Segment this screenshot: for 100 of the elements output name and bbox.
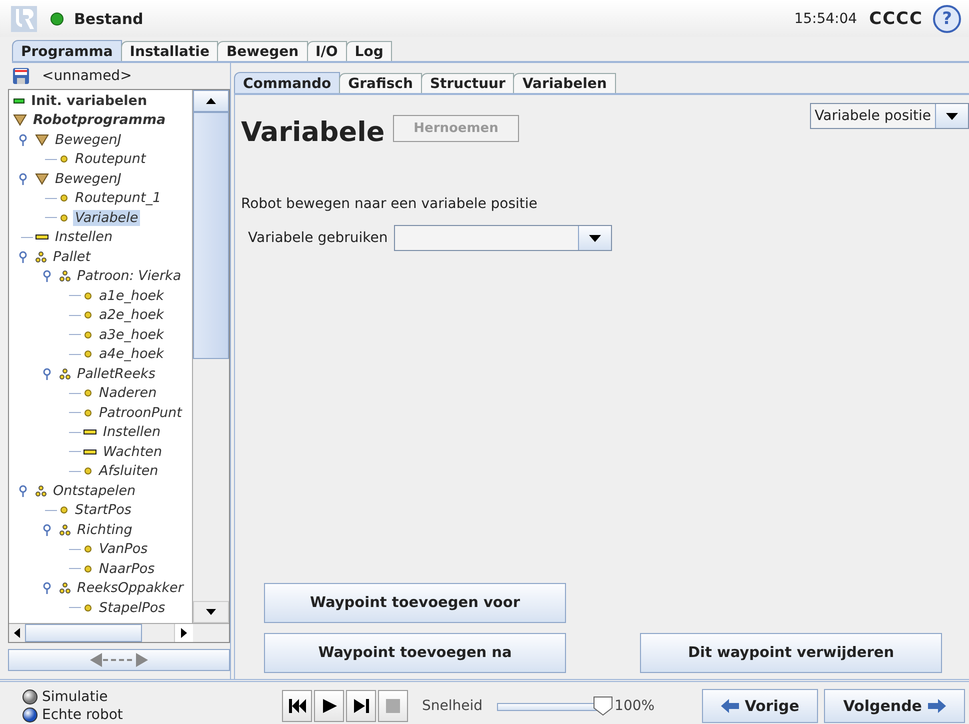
program-name: <unnamed>	[42, 68, 132, 84]
left-right-arrow-icon[interactable]	[90, 653, 148, 667]
tree-item[interactable]: StartPos	[73, 502, 134, 518]
rewind-button[interactable]	[282, 690, 312, 722]
action-button[interactable]: Waypoint toevoegen na	[264, 633, 566, 673]
expand-icon[interactable]	[42, 524, 52, 536]
action-button[interactable]: Waypoint toevoegen voor	[264, 583, 566, 623]
tree-item[interactable]: Ontstapelen	[51, 482, 138, 499]
expand-icon[interactable]	[42, 368, 52, 380]
tree-item[interactable]: a2e_hoek	[97, 307, 166, 324]
dots-icon	[59, 368, 71, 380]
left-arrow-icon	[720, 699, 739, 713]
tree-item[interactable]: VanPos	[97, 541, 150, 558]
tab[interactable]: Commando	[234, 72, 340, 93]
speed-reading: 100%	[614, 698, 655, 714]
action-button[interactable]: Dit waypoint verwijderen	[640, 633, 942, 673]
mode-label: Simulatie	[42, 689, 108, 705]
mode-label: Echte robot	[42, 707, 123, 723]
tab[interactable]: Variabelen	[513, 73, 616, 93]
tree-item[interactable]: Routepunt	[73, 151, 148, 168]
left-arrow-icon	[14, 628, 20, 638]
logo-icon	[10, 4, 38, 32]
right-arrow-icon	[181, 628, 187, 638]
slider-thumb[interactable]	[592, 696, 613, 716]
tree-item[interactable]: PalletReeks	[75, 366, 158, 382]
tree-item[interactable]: Afsluiten	[97, 463, 160, 480]
waypoint-dot-icon	[83, 309, 93, 322]
tree-item[interactable]: BewegenJ	[53, 132, 124, 148]
tab[interactable]: Installatie	[120, 41, 218, 61]
up-arrow-icon	[206, 98, 216, 104]
expand-icon[interactable]	[18, 134, 28, 146]
expand-icon[interactable]	[42, 582, 52, 594]
waypoint-dot-icon	[83, 328, 93, 341]
play-icon	[320, 698, 338, 714]
scroll-down-button[interactable]	[193, 601, 229, 623]
previous-button[interactable]: Vorige	[702, 689, 818, 723]
horizontal-scrollbar-thumb[interactable]	[25, 624, 142, 642]
next-button[interactable]: Volgende	[824, 689, 965, 723]
tree-item[interactable]: Patroon: Vierka	[75, 268, 184, 284]
tree-item[interactable]: Routepunt_1	[73, 190, 164, 206]
tree-item[interactable]: a1e_hoek	[97, 288, 166, 304]
waypoint-dot-icon	[83, 562, 93, 575]
waypoint-dot-icon	[59, 153, 69, 166]
dots-icon	[35, 250, 47, 263]
tree-item[interactable]: ReeksOppakker	[75, 580, 186, 596]
variable-dropdown[interactable]	[394, 225, 612, 251]
description-text: Robot bewegen naar een variabele positie	[241, 196, 538, 212]
waypoint-dot-icon	[83, 406, 93, 419]
dots-icon	[59, 270, 71, 282]
caret-icon	[588, 234, 601, 242]
play-button[interactable]	[314, 690, 344, 722]
tab[interactable]: I/O	[306, 41, 347, 61]
save-icon[interactable]	[12, 66, 30, 84]
scroll-up-button[interactable]	[193, 90, 229, 112]
tree-item[interactable]: Instellen	[101, 424, 163, 440]
radio-button[interactable]	[22, 707, 38, 723]
clock-time: 15:54:04	[794, 10, 858, 26]
tree-item[interactable]: Robotprogramma	[31, 112, 168, 128]
down-arrow-icon	[206, 609, 216, 615]
waypoint-dot-icon	[59, 192, 69, 204]
tree-item[interactable]: PatroonPunt	[97, 404, 184, 421]
triangle-icon	[13, 114, 27, 126]
radio-button[interactable]	[22, 689, 38, 705]
help-button[interactable]: ?	[933, 4, 961, 32]
expand-icon[interactable]	[18, 250, 28, 263]
stop-icon	[384, 698, 402, 714]
waypoint-dot-icon	[83, 465, 93, 478]
tab[interactable]: Programma	[12, 40, 122, 61]
waypoint-dot-icon	[59, 504, 69, 516]
tree-item[interactable]: Instellen	[53, 229, 115, 246]
tree-item[interactable]: a4e_hoek	[97, 346, 166, 362]
scrollbar-thumb[interactable]	[193, 112, 229, 359]
expand-icon[interactable]	[42, 270, 52, 282]
tree-item[interactable]: a3e_hoek	[97, 326, 166, 343]
triangle-icon	[35, 134, 49, 146]
tree-item[interactable]: BewegenJ	[53, 170, 124, 187]
tree-item[interactable]: StapelPos	[97, 600, 168, 616]
triangle-icon	[35, 172, 49, 185]
caret-icon	[946, 112, 958, 120]
rewind-icon	[288, 698, 306, 714]
tab[interactable]: Structuur	[420, 73, 514, 93]
tree-item[interactable]: Pallet	[51, 248, 93, 265]
expand-icon[interactable]	[18, 484, 28, 497]
expand-icon[interactable]	[18, 172, 28, 185]
menu-title[interactable]: Bestand	[74, 10, 144, 28]
robot-name: CCCC	[869, 8, 923, 28]
tree-item[interactable]: Richting	[75, 522, 134, 538]
tab[interactable]: Log	[346, 41, 392, 61]
tab[interactable]: Bewegen	[217, 41, 308, 61]
tab[interactable]: Grafisch	[339, 73, 422, 93]
waypoint-dot-icon	[83, 290, 93, 302]
tree-item[interactable]: Variabele	[73, 210, 140, 226]
step-icon	[352, 698, 370, 714]
position-type-dropdown[interactable]: Variabele positie	[810, 103, 969, 129]
step-button[interactable]	[346, 690, 376, 722]
tree-item[interactable]: NaarPos	[97, 560, 157, 577]
tree-item[interactable]: Wachten	[101, 444, 164, 460]
scroll-right-button[interactable]	[174, 624, 193, 642]
tree-item[interactable]: Naderen	[97, 385, 159, 402]
tree-item[interactable]: Init. variabelen	[29, 92, 150, 109]
